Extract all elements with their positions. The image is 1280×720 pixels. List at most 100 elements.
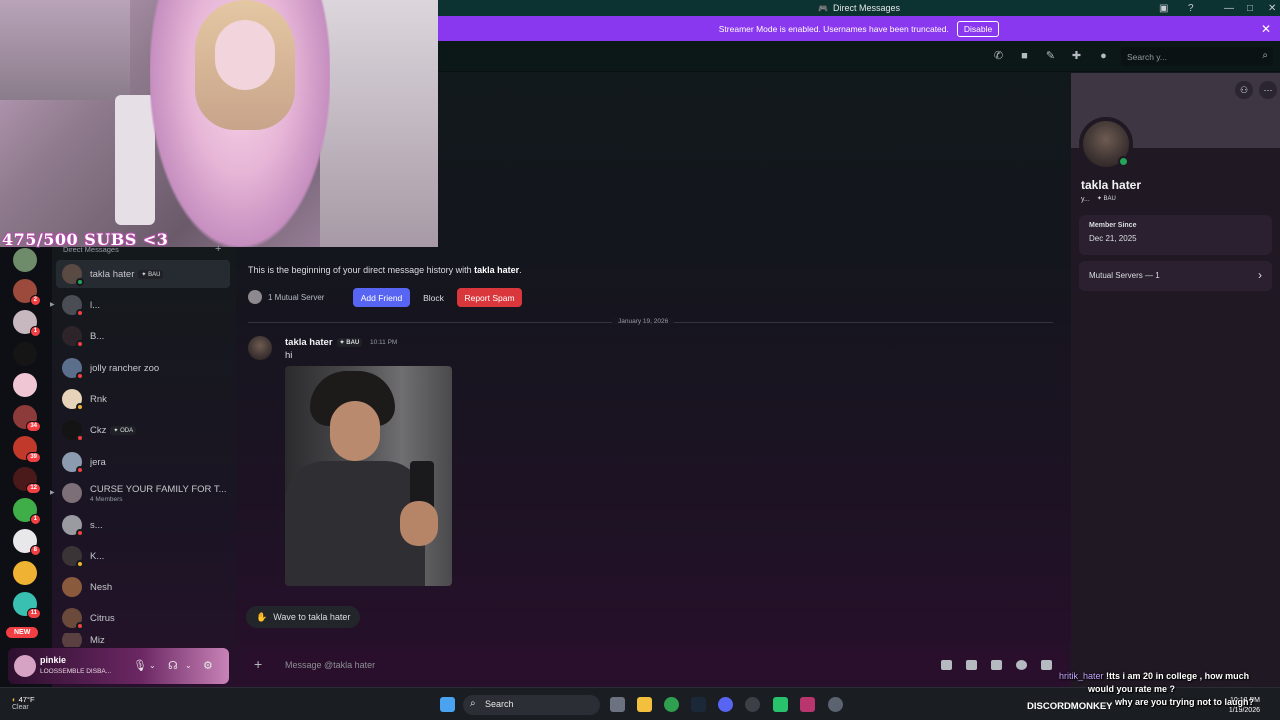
weather-widget[interactable]: ◐ 47°F Clear — [12, 695, 35, 711]
dm-item-label: takla hater ✦ BAU — [90, 269, 164, 280]
server-icon[interactable] — [13, 561, 37, 585]
window-title: Direct Messages — [832, 3, 900, 13]
chevron-right-icon: › — [1258, 268, 1262, 282]
dm-item[interactable]: K... — [56, 542, 230, 570]
server-icon[interactable]: 12 — [13, 467, 41, 494]
apps-icon[interactable] — [1041, 660, 1052, 670]
gif-icon[interactable] — [966, 660, 977, 670]
settings-icon[interactable] — [828, 697, 843, 712]
block-button[interactable]: Block — [416, 288, 451, 307]
pin-icon[interactable]: ✎ — [1044, 50, 1057, 63]
dm-item[interactable]: ▶ l... — [50, 291, 230, 319]
mention-badge: 39 — [26, 452, 41, 463]
server-icon[interactable]: 1 — [13, 310, 41, 337]
new-unreads-badge[interactable]: NEW — [6, 627, 39, 638]
file-explorer-icon[interactable] — [637, 697, 652, 712]
message-image-attachment[interactable] — [285, 366, 452, 586]
avatar[interactable] — [14, 655, 36, 677]
banner-close-icon[interactable]: ✕ — [1261, 22, 1271, 36]
server-icon[interactable] — [13, 373, 37, 397]
disable-button[interactable]: Disable — [956, 20, 1000, 37]
sticker-icon[interactable] — [991, 660, 1002, 670]
avatar — [62, 483, 82, 503]
username: pinkie — [40, 655, 67, 665]
help-icon[interactable]: ? — [1188, 0, 1194, 16]
create-dm-icon[interactable]: + — [215, 243, 221, 255]
dm-item[interactable]: Rnk — [56, 385, 230, 413]
emoji-icon[interactable] — [1016, 660, 1027, 670]
mutual-servers[interactable]: 1 Mutual Server — [248, 290, 324, 304]
dm-item-label: B... — [90, 330, 105, 342]
avatar — [62, 452, 84, 474]
windows-start-icon[interactable] — [440, 697, 455, 712]
user-profile-icon[interactable]: ● — [1097, 50, 1110, 63]
server-icon[interactable]: 2 — [13, 279, 41, 306]
avatar — [62, 358, 84, 380]
add-friends-to-dm-icon[interactable]: ✚ — [1070, 50, 1083, 63]
voice-call-icon[interactable]: ✆ — [992, 50, 1005, 63]
user-status: LOOSSEMBLE DISBA... — [40, 668, 112, 675]
discord-icon[interactable] — [718, 697, 733, 712]
app-icon[interactable] — [773, 697, 788, 712]
avatar — [62, 633, 82, 647]
dm-item[interactable]: ▶ CURSE YOUR FAMILY FOR T... 4 Members — [50, 479, 230, 507]
close-button[interactable]: ✕ — [1268, 0, 1276, 16]
message-avatar[interactable] — [248, 336, 272, 360]
microphone-icon[interactable]: 🎙 — [133, 659, 147, 672]
dm-item[interactable]: B... — [56, 322, 230, 350]
wave-button[interactable]: ✋ Wave to takla hater — [246, 606, 361, 628]
dm-item[interactable]: Citrus — [56, 604, 230, 632]
inbox-icon[interactable]: ▣ — [1159, 0, 1168, 16]
add-friend-button[interactable]: Add Friend — [353, 288, 410, 307]
mention-badge: 2 — [29, 295, 41, 306]
profile-name: takla hater — [1081, 178, 1142, 192]
report-spam-button[interactable]: Report Spam — [457, 288, 522, 307]
chrome-icon[interactable] — [664, 697, 679, 712]
attach-plus-icon[interactable]: + — [254, 656, 262, 672]
chat-line: why are you trying not to laugh? — [1115, 697, 1255, 707]
gift-icon[interactable] — [941, 660, 952, 670]
message-author[interactable]: takla hater ✦ BAU — [285, 337, 363, 348]
dm-item[interactable]: jolly rancher zoo — [56, 354, 230, 382]
next-app-icon[interactable] — [800, 697, 815, 712]
status-indicator-icon — [76, 309, 84, 317]
dm-item-label: l... — [90, 299, 101, 311]
search-input[interactable]: Search y... ⌕ — [1121, 47, 1273, 66]
server-icon[interactable]: 8 — [13, 529, 41, 556]
message-composer[interactable]: + Message @takla hater — [245, 650, 1065, 680]
avatar — [62, 420, 84, 442]
status-indicator-icon — [76, 278, 84, 286]
more-options-icon[interactable]: ⋯ — [1259, 81, 1277, 99]
dm-item[interactable]: Nesh — [56, 573, 230, 601]
server-icon[interactable] — [13, 248, 37, 272]
add-friend-icon[interactable]: ⚇ — [1235, 81, 1253, 99]
dm-item[interactable]: jera — [56, 448, 230, 476]
video-call-icon[interactable]: ■ — [1018, 50, 1031, 63]
title-bar: 🎮 Direct Messages ▣ ? — □ ✕ — [438, 0, 1280, 16]
dm-item[interactable]: s... — [56, 511, 230, 539]
task-view-icon[interactable] — [610, 697, 625, 712]
dm-item[interactable]: Miz — [56, 633, 230, 647]
chevron-down-icon[interactable]: ⌄ — [185, 661, 192, 670]
dm-item[interactable]: takla hater ✦ BAU — [56, 260, 230, 288]
headphones-icon[interactable]: ☊ — [168, 659, 178, 672]
status-indicator-icon — [76, 372, 84, 380]
steam-icon[interactable] — [691, 697, 706, 712]
maximize-button[interactable]: □ — [1247, 0, 1253, 16]
dm-item[interactable]: Ckz ✦ ODA — [56, 416, 230, 444]
mutual-servers-label: Mutual Servers — 1 — [1089, 271, 1160, 280]
search-icon: ⌕ — [470, 698, 476, 709]
server-icon[interactable]: 39 — [13, 436, 41, 463]
obs-icon[interactable] — [745, 697, 760, 712]
mutual-servers-row[interactable]: Mutual Servers — 1 › — [1079, 261, 1272, 291]
server-icon[interactable]: 1 — [13, 498, 41, 525]
server-icon[interactable]: 11 — [13, 592, 41, 619]
minimize-button[interactable]: — — [1224, 0, 1234, 16]
message-timestamp: 10:11 PM — [370, 339, 398, 346]
gear-icon[interactable]: ⚙ — [203, 659, 213, 672]
server-icon[interactable]: 34 — [13, 405, 41, 432]
taskbar-search[interactable]: ⌕ Search — [463, 695, 600, 715]
message-input[interactable]: Message @takla hater — [285, 660, 375, 670]
server-icon[interactable] — [13, 342, 37, 366]
chevron-down-icon[interactable]: ⌄ — [149, 661, 156, 670]
